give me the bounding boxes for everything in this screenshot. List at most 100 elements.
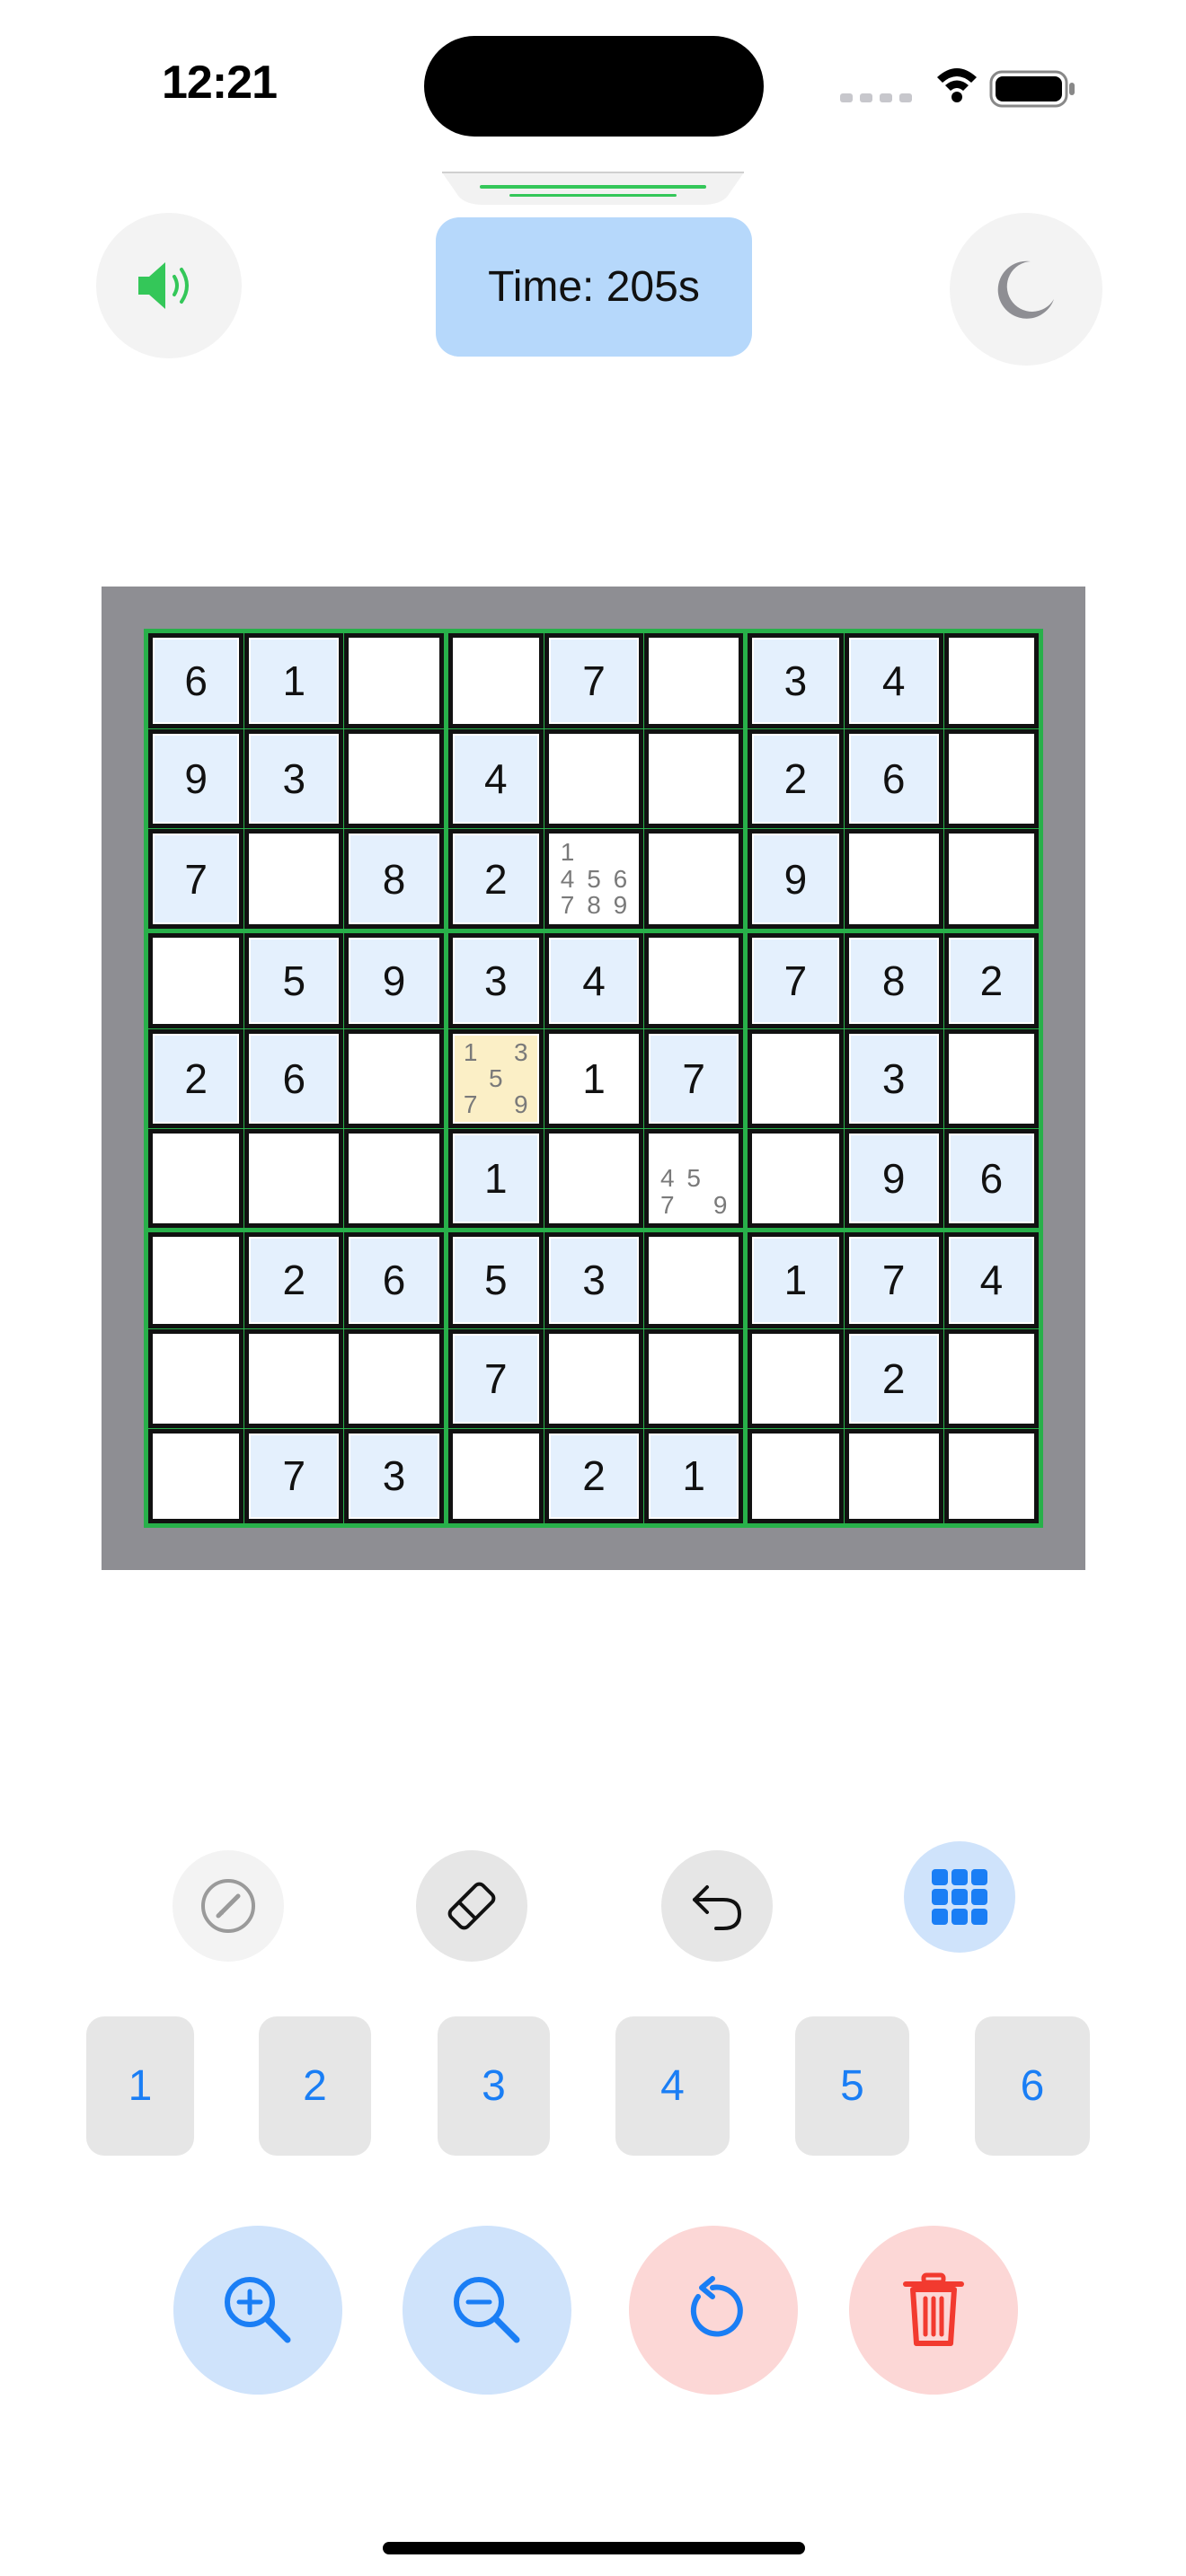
number-grid-button[interactable] [904,1841,1015,1953]
sudoku-cell-r9c8[interactable] [844,1428,943,1523]
sudoku-cell-r6c8[interactable]: 9 [844,1129,943,1229]
sudoku-cell-r3c3[interactable]: 8 [344,829,444,929]
delete-button[interactable] [849,2226,1018,2395]
sudoku-cell-r5c9[interactable] [943,1028,1039,1129]
sudoku-cell-r9c3[interactable]: 3 [344,1428,444,1523]
sudoku-cell-r6c5[interactable] [544,1129,644,1229]
sudoku-cell-r9c1[interactable] [148,1428,244,1523]
number-key-6[interactable]: 6 [975,2016,1090,2156]
sudoku-cell-r2c6[interactable] [644,729,744,829]
sudoku-cell-r3c8[interactable] [844,829,943,929]
sudoku-cell-r4c7[interactable]: 7 [748,932,844,1028]
sudoku-cell-r5c8[interactable]: 3 [844,1028,943,1129]
eraser-button[interactable] [416,1850,527,1962]
sudoku-cell-r1c5[interactable]: 7 [544,633,644,729]
zoom-in-button[interactable] [173,2226,342,2395]
sudoku-cell-r5c4[interactable]: 1 357 9 [447,1028,544,1129]
sudoku-cell-r1c9[interactable] [943,633,1039,729]
sudoku-cell-r1c2[interactable]: 1 [244,633,344,729]
sudoku-cell-r9c2[interactable]: 7 [244,1428,344,1523]
sudoku-cell-r6c6[interactable]: 457 9 [644,1129,744,1229]
sudoku-cell-r7c9[interactable]: 4 [943,1232,1039,1328]
sudoku-cell-r8c9[interactable] [943,1328,1039,1428]
sudoku-cell-r5c6[interactable]: 7 [644,1028,744,1129]
sudoku-cell-r3c2[interactable] [244,829,344,929]
sudoku-cell-r2c9[interactable] [943,729,1039,829]
sudoku-cell-r9c4[interactable] [447,1428,544,1523]
sudoku-cell-r6c9[interactable]: 6 [943,1129,1039,1229]
sudoku-cell-r5c3[interactable] [344,1028,444,1129]
sudoku-cell-r7c4[interactable]: 5 [447,1232,544,1328]
sound-toggle-button[interactable] [96,213,242,358]
sudoku-cell-r5c1[interactable]: 2 [148,1028,244,1129]
sudoku-cell-r3c1[interactable]: 7 [148,829,244,929]
sudoku-cell-r2c2[interactable]: 3 [244,729,344,829]
sudoku-cell-r9c5[interactable]: 2 [544,1428,644,1523]
sudoku-cell-r1c1[interactable]: 6 [148,633,244,729]
sudoku-cell-r6c1[interactable] [148,1129,244,1229]
number-key-3[interactable]: 3 [438,2016,550,2156]
sudoku-cell-r1c3[interactable] [344,633,444,729]
sudoku-cell-r7c7[interactable]: 1 [748,1232,844,1328]
sudoku-cell-r2c4[interactable]: 4 [447,729,544,829]
sudoku-cell-r2c1[interactable]: 9 [148,729,244,829]
sudoku-cell-r1c4[interactable] [447,633,544,729]
sudoku-cell-r4c9[interactable]: 2 [943,932,1039,1028]
sudoku-cell-r1c6[interactable] [644,633,744,729]
sudoku-cell-r3c5[interactable]: 1456 789 [544,829,644,929]
sudoku-cell-r4c1[interactable] [148,932,244,1028]
sudoku-cell-r3c9[interactable] [943,829,1039,929]
sudoku-cell-r9c9[interactable] [943,1428,1039,1523]
sudoku-cell-r1c8[interactable]: 4 [844,633,943,729]
sudoku-cell-r8c3[interactable] [344,1328,444,1428]
sudoku-cell-r4c3[interactable]: 9 [344,932,444,1028]
sudoku-cell-r9c7[interactable] [748,1428,844,1523]
sudoku-cell-r3c4[interactable]: 2 [447,829,544,929]
sudoku-cell-r2c8[interactable]: 6 [844,729,943,829]
sudoku-cell-r1c7[interactable]: 3 [748,633,844,729]
sudoku-cell-r3c6[interactable] [644,829,744,929]
sudoku-cell-r7c5[interactable]: 3 [544,1232,644,1328]
zoom-out-button[interactable] [403,2226,571,2395]
sudoku-cell-r2c3[interactable] [344,729,444,829]
sudoku-cell-r8c4[interactable]: 7 [447,1328,544,1428]
sudoku-cell-r4c6[interactable] [644,932,744,1028]
sudoku-cell-r4c2[interactable]: 5 [244,932,344,1028]
sudoku-cell-r6c4[interactable]: 1 [447,1129,544,1229]
sudoku-cell-r7c1[interactable] [148,1232,244,1328]
number-key-1[interactable]: 1 [86,2016,194,2156]
pencil-mode-button[interactable] [173,1850,284,1962]
sudoku-cell-r8c6[interactable] [644,1328,744,1428]
sudoku-cell-r8c7[interactable] [748,1328,844,1428]
sudoku-cell-r7c2[interactable]: 2 [244,1232,344,1328]
sudoku-cell-r2c5[interactable] [544,729,644,829]
sudoku-cell-r8c5[interactable] [544,1328,644,1428]
sudoku-cell-r8c8[interactable]: 2 [844,1328,943,1428]
note-digit: 9 [613,890,628,919]
sheet-handle[interactable] [442,169,744,208]
sudoku-cell-r7c6[interactable] [644,1232,744,1328]
sudoku-cell-r7c3[interactable]: 6 [344,1232,444,1328]
sudoku-cell-r6c7[interactable] [748,1129,844,1229]
sudoku-cell-r4c4[interactable]: 3 [447,932,544,1028]
sudoku-cell-r6c3[interactable] [344,1129,444,1229]
sudoku-cell-r2c7[interactable]: 2 [748,729,844,829]
sudoku-cell-r8c1[interactable] [148,1328,244,1428]
sudoku-cell-r6c2[interactable] [244,1129,344,1229]
reset-button[interactable] [629,2226,798,2395]
sudoku-cell-r8c2[interactable] [244,1328,344,1428]
sudoku-cell-r5c5[interactable]: 1 [544,1028,644,1129]
sudoku-cell-r4c8[interactable]: 8 [844,932,943,1028]
sudoku-cell-r7c8[interactable]: 7 [844,1232,943,1328]
sudoku-cell-r5c2[interactable]: 6 [244,1028,344,1129]
number-key-4[interactable]: 4 [615,2016,730,2156]
sudoku-cell-r5c7[interactable] [748,1028,844,1129]
home-indicator[interactable] [383,2542,805,2554]
number-key-5[interactable]: 5 [795,2016,909,2156]
sudoku-cell-r4c5[interactable]: 4 [544,932,644,1028]
number-key-2[interactable]: 2 [259,2016,371,2156]
sudoku-cell-r3c7[interactable]: 9 [748,829,844,929]
sudoku-cell-r9c6[interactable]: 1 [644,1428,744,1523]
undo-button[interactable] [661,1850,773,1962]
theme-toggle-button[interactable] [950,213,1102,366]
